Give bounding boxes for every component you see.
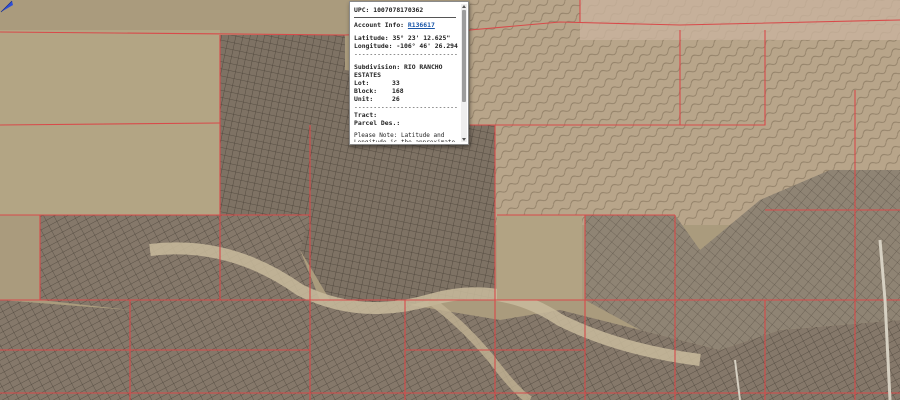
parcel-info-popup[interactable]: UPC: 1007078170362 Account Info: R136617…	[349, 1, 469, 145]
account-link[interactable]: R136617	[408, 21, 435, 29]
lat-long-note: Please Note: Latitude and Longitude is t…	[354, 132, 455, 142]
account-row: Account Info: R136617	[354, 21, 458, 29]
lot-value: 33	[392, 79, 400, 87]
tract-label: Tract:	[354, 111, 378, 119]
unit-label: Unit:	[354, 95, 374, 103]
longitude-text: Longitude: -106° 46' 26.294"	[354, 42, 458, 50]
subdivision-west	[40, 215, 320, 310]
popup-rule	[354, 17, 456, 18]
latitude-text: Latitude: 35° 23' 12.625"	[354, 34, 451, 42]
ne-hills-shade	[580, 0, 900, 40]
subdivision-value-cont: ESTATES	[354, 71, 381, 79]
popup-content: UPC: 1007078170362 Account Info: R136617…	[354, 6, 458, 142]
unit-value: 26	[392, 95, 400, 103]
subdivision-value: RIO RANCHO	[404, 63, 443, 71]
lot-label: Lot:	[354, 79, 370, 87]
block-value: 168	[392, 87, 404, 95]
popup-scrollbar[interactable]	[461, 4, 467, 142]
open-tract-center	[497, 215, 582, 300]
account-label: Account Info:	[354, 21, 405, 29]
subdivision-row: Subdivision: RIO RANCHO	[354, 63, 458, 71]
west-desert-patch	[0, 30, 220, 215]
parcel-des-label: Parcel Des.:	[354, 119, 401, 127]
divider-line-2: ------------------------------	[354, 103, 458, 111]
upc-text: UPC: 1007078170362	[354, 6, 424, 14]
parcel-pointer-icon	[0, 0, 13, 13]
scroll-down-icon[interactable]	[462, 138, 466, 141]
scroll-up-icon[interactable]	[462, 5, 466, 8]
lot-fields: Lot: 33 Block: 168 Unit: 26	[354, 79, 458, 103]
scroll-thumb[interactable]	[462, 10, 466, 102]
divider-line: ------------------------------	[354, 50, 458, 58]
subdivision-label: Subdivision:	[354, 63, 401, 71]
block-label: Block:	[354, 87, 378, 95]
